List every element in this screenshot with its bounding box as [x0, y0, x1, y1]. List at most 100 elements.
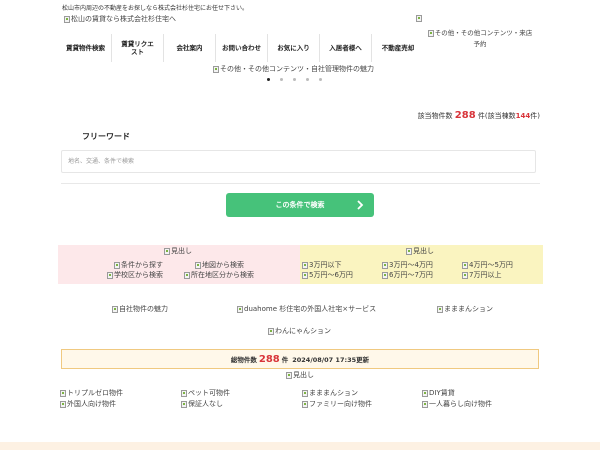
banner-alt: 自社物件の魅力: [119, 305, 168, 313]
link-label: 6万円～7万円: [389, 271, 433, 279]
banner-alt-line1: その他・その他コンテンツ・来店: [434, 29, 533, 37]
broken-image-icon: [114, 261, 120, 269]
slider-dot[interactable]: [293, 78, 296, 81]
banner-alt-line2: 予約: [473, 39, 487, 48]
rent-over-70k-link[interactable]: 7万円以上: [462, 270, 501, 280]
slider-dot[interactable]: [267, 78, 270, 81]
nav-item-rental-search[interactable]: 賃貸物件検索: [60, 34, 112, 62]
slider-banner-alt: その他・その他コンテンツ・自社管理物件の魅力: [220, 65, 374, 73]
nav-label: 入居者様へ: [329, 43, 362, 52]
broken-image-icon: [164, 247, 170, 255]
link-label: 3万円～4万円: [389, 261, 433, 269]
link-label: ファミリー向け物件: [309, 400, 372, 408]
slider-banner[interactable]: その他・その他コンテンツ・自社管理物件の魅力: [213, 64, 374, 74]
link-label: 5万円～6万円: [309, 271, 353, 279]
site-logo[interactable]: 松山の賃貸なら株式会社杉住宅へ: [64, 14, 176, 24]
banner-alt: duahome 杉住宅の外国人社宅×サービス: [244, 305, 377, 313]
rent-30k-40k-link[interactable]: 3万円～4万円: [382, 260, 433, 270]
main-nav: 賃貸物件検索 賃貸リクエスト 会社案内 お問い合わせ お気に入り 入居者様へ 不…: [60, 34, 424, 62]
nav-item-favorites[interactable]: お気に入り: [268, 34, 320, 62]
link-label: 7万円以上: [469, 271, 502, 279]
visit-reservation-banner[interactable]: その他・その他コンテンツ・来店 予約: [421, 29, 539, 48]
broken-image-icon: [286, 371, 292, 379]
broken-image-icon: [237, 305, 243, 313]
search-by-school-district-link[interactable]: 学校区から検索: [107, 270, 163, 280]
notice-unit: 件: [281, 356, 289, 364]
broken-image-icon: [422, 400, 428, 408]
broken-image-icon: [462, 271, 468, 279]
free-word-input[interactable]: [61, 150, 536, 173]
search-method-heading: 見出し: [164, 246, 192, 256]
feature-foreigner-link[interactable]: 外国人向け物件: [60, 399, 116, 409]
slider-dot[interactable]: [306, 78, 309, 81]
notice-updated: 2024/08/07 17:35更新: [292, 356, 370, 364]
link-label: 外国人向け物件: [67, 400, 116, 408]
rent-60k-70k-link[interactable]: 6万円～7万円: [382, 270, 433, 280]
link-label: 地図から検索: [202, 261, 244, 269]
banner-alt: わんにゃんション: [275, 327, 331, 335]
rent-50k-60k-link[interactable]: 5万円～6万円: [302, 270, 353, 280]
search-by-conditions-link[interactable]: 条件から探す: [114, 260, 163, 270]
search-by-area-link[interactable]: 所在地区分から検索: [184, 270, 254, 280]
broken-image-icon: [406, 247, 412, 255]
features-heading: 見出し: [286, 370, 314, 380]
chevron-right-icon: [357, 200, 364, 210]
broken-image-icon: [213, 65, 219, 73]
broken-image-icon[interactable]: [416, 15, 422, 22]
link-label: 所在地区分から検索: [191, 271, 254, 279]
nav-item-sell-property[interactable]: 不動産売却: [372, 34, 424, 62]
mamamansion-banner[interactable]: まままんション: [437, 304, 493, 314]
total-properties-notice: 総物件数 288 件 2024/08/07 17:35更新: [61, 349, 539, 369]
header-tagline: 松山市内周辺の不動産をお探しなら株式会社杉住宅にお任せ下さい。: [62, 5, 249, 12]
broken-image-icon: [302, 389, 308, 397]
link-label: 3万円以下: [309, 261, 342, 269]
feature-mamamansion-link[interactable]: まままんション: [302, 388, 358, 398]
pet-mansion-banner[interactable]: わんにゃんション: [268, 326, 331, 336]
nav-label: 不動産売却: [381, 43, 415, 52]
heading-alt: 見出し: [171, 247, 192, 255]
link-label: ペット可物件: [188, 389, 230, 397]
feature-pet-ok-link[interactable]: ペット可物件: [181, 388, 230, 398]
search-by-map-link[interactable]: 地図から検索: [195, 260, 244, 270]
link-label: 学校区から検索: [114, 271, 163, 279]
feature-triple-zero-link[interactable]: トリプルゼロ物件: [60, 388, 123, 398]
broken-image-icon: [437, 305, 443, 313]
own-properties-banner[interactable]: 自社物件の魅力: [112, 304, 168, 314]
feature-no-guarantor-link[interactable]: 保証人なし: [181, 399, 223, 409]
notice-label: 総物件数: [230, 356, 257, 364]
link-label: 条件から探す: [121, 261, 163, 269]
rent-40k-50k-link[interactable]: 4万円～5万円: [462, 260, 513, 270]
broken-image-icon: [184, 271, 190, 279]
rent-under-30k-link[interactable]: 3万円以下: [302, 260, 341, 270]
nav-item-residents[interactable]: 入居者様へ: [320, 34, 372, 62]
rent-price-heading: 見出し: [406, 246, 434, 256]
slider-dot[interactable]: [319, 78, 322, 81]
nav-item-company[interactable]: 会社案内: [164, 34, 216, 62]
broken-image-icon: [462, 261, 468, 269]
broken-image-icon: [112, 305, 118, 313]
nav-item-contact[interactable]: お問い合わせ: [216, 34, 268, 62]
broken-image-icon: [60, 389, 66, 397]
search-submit-label: この条件で検索: [275, 201, 325, 209]
nav-label: お問い合わせ: [222, 43, 261, 52]
broken-image-icon: [64, 15, 70, 23]
link-label: まままんション: [309, 389, 358, 397]
result-count-mid: 件(該当棟数: [477, 112, 516, 120]
link-label: 一人暮らし向け物件: [429, 400, 492, 408]
notice-count: 288: [258, 353, 280, 365]
slider-dot[interactable]: [280, 78, 283, 81]
link-label: 保証人なし: [188, 400, 223, 408]
foreigner-housing-banner[interactable]: duahome 杉住宅の外国人社宅×サービス: [237, 304, 376, 314]
search-submit-button[interactable]: この条件で検索: [226, 193, 374, 217]
slider-dots: [267, 78, 322, 81]
broken-image-icon: [181, 389, 187, 397]
nav-item-rental-request[interactable]: 賃貸リクエスト: [112, 34, 164, 62]
nav-label: 賃貸リクエスト: [121, 39, 154, 56]
feature-single-link[interactable]: 一人暮らし向け物件: [422, 399, 492, 409]
feature-diy-link[interactable]: DIY賃貸: [422, 388, 455, 398]
nav-label: 賃貸物件検索: [66, 43, 105, 52]
feature-family-link[interactable]: ファミリー向け物件: [302, 399, 372, 409]
broken-image-icon: [195, 261, 201, 269]
heading-alt: 見出し: [413, 247, 434, 255]
banner-alt: まままんション: [444, 305, 493, 313]
